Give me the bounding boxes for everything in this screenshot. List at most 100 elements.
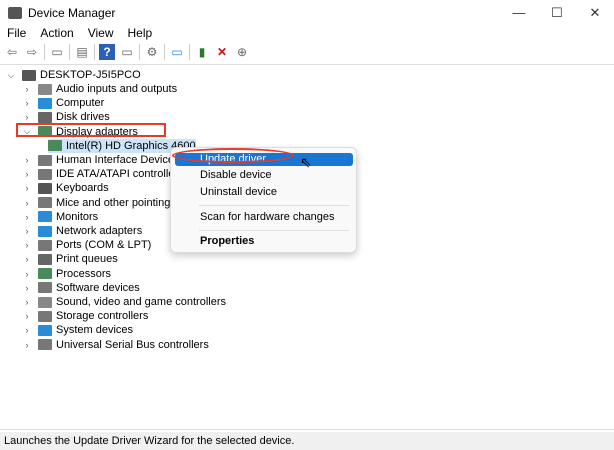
help-icon[interactable]: ? — [99, 44, 115, 60]
chevron-right-icon[interactable]: › — [22, 269, 32, 279]
maximize-button[interactable]: ☐ — [538, 0, 576, 25]
device-category-icon — [38, 211, 52, 223]
tree-item-label: Storage controllers — [56, 310, 149, 323]
menu-item-disable-device[interactable]: Disable device — [175, 169, 353, 182]
chevron-right-icon[interactable]: › — [22, 169, 32, 179]
device-category-icon — [38, 282, 52, 294]
chevron-right-icon[interactable]: › — [22, 297, 32, 307]
chevron-right-icon[interactable]: › — [22, 226, 32, 236]
tree-item-label: Sound, video and game controllers — [56, 296, 226, 308]
divider — [44, 44, 45, 60]
device-category-icon — [38, 253, 52, 265]
status-bar: Launches the Update Driver Wizard for th… — [0, 432, 614, 450]
tree-item[interactable]: › Network adapters — [22, 224, 143, 238]
tree-item[interactable]: › System devices — [22, 323, 134, 337]
menu-item-scan-hardware[interactable]: Scan for hardware changes — [175, 211, 353, 224]
tree-item-label: IDE ATA/ATAPI controllers — [56, 168, 184, 181]
uninstall-icon[interactable]: ✕ — [214, 44, 230, 60]
update-driver-icon[interactable]: ▮ — [194, 44, 210, 60]
tree-item[interactable]: › Sound, video and game controllers — [22, 295, 227, 309]
tree-item[interactable]: › Monitors — [22, 210, 99, 224]
tree-item-label: Computer — [56, 97, 105, 110]
device-category-icon — [38, 97, 52, 109]
tree-item-label: Ports (COM & LPT) — [56, 239, 152, 252]
menu-action[interactable]: Action — [33, 25, 80, 42]
chevron-right-icon[interactable]: › — [22, 98, 32, 108]
tree-item[interactable]: › Ports (COM & LPT) — [22, 238, 152, 252]
tree-item[interactable]: › Computer — [22, 96, 105, 110]
tree-item-label: Network adapters — [56, 225, 143, 237]
device-category-icon — [38, 182, 52, 194]
menu-file[interactable]: File — [0, 25, 33, 42]
context-menu: Update driver Disable device Uninstall d… — [170, 147, 357, 253]
menu-help[interactable]: Help — [121, 25, 160, 42]
root-label: DESKTOP-J5I5PCO — [40, 69, 141, 81]
menu-item-uninstall-device[interactable]: Uninstall device — [175, 186, 353, 199]
tree-item-label: Software devices — [56, 281, 140, 294]
tree-item-label: Monitors — [56, 210, 99, 223]
mouse-cursor-icon: ⇖ — [300, 154, 312, 170]
device-category-icon — [38, 83, 52, 95]
tree-item-label: Keyboards — [56, 182, 109, 195]
menu-item-properties[interactable]: Properties — [175, 235, 353, 248]
device-category-icon — [38, 154, 52, 166]
properties-icon[interactable]: ▤ — [74, 44, 90, 60]
device-category-icon — [38, 168, 52, 180]
tree-item[interactable]: › Keyboards — [22, 181, 109, 195]
tree-item[interactable]: › Audio inputs and outputs — [22, 82, 178, 96]
tree-item-label: Print queues — [56, 253, 118, 266]
tree-root[interactable]: ⌵ DESKTOP-J5I5PCO — [6, 68, 141, 82]
chevron-right-icon[interactable]: › — [22, 212, 32, 222]
divider — [189, 44, 190, 60]
device-manager-icon — [8, 6, 22, 19]
tree-item[interactable]: › Processors — [22, 267, 112, 281]
divider — [139, 44, 140, 60]
device-category-icon — [38, 296, 52, 308]
chevron-right-icon[interactable]: › — [22, 183, 32, 193]
tree-item[interactable]: › Software devices — [22, 281, 140, 295]
minimize-button[interactable]: — — [500, 0, 538, 25]
highlight-oval — [172, 148, 294, 163]
device-category-icon — [38, 197, 52, 209]
tree-item[interactable]: › IDE ATA/ATAPI controllers — [22, 167, 184, 181]
chevron-right-icon[interactable]: › — [22, 198, 32, 208]
back-icon[interactable]: ⇦ — [4, 44, 20, 60]
tree-item[interactable]: › Storage controllers — [22, 309, 149, 323]
chevron-right-icon[interactable]: › — [22, 283, 32, 293]
chevron-down-icon[interactable]: ⌵ — [6, 70, 16, 81]
tree-item-label: Disk drives — [56, 111, 110, 124]
forward-icon[interactable]: ⇨ — [24, 44, 40, 60]
tree-item[interactable]: › Print queues — [22, 252, 118, 266]
chevron-right-icon[interactable]: › — [22, 325, 32, 335]
menu-separator — [199, 205, 349, 206]
device-category-icon — [38, 239, 52, 251]
show-hide-icon[interactable]: ▭ — [49, 44, 65, 60]
chevron-right-icon[interactable]: › — [22, 254, 32, 264]
chevron-right-icon[interactable]: › — [22, 112, 32, 122]
device-category-icon — [38, 339, 52, 351]
tree-item-label: Processors — [56, 267, 112, 280]
chevron-right-icon[interactable]: › — [22, 311, 32, 321]
device-category-icon — [48, 140, 62, 152]
chevron-right-icon[interactable]: › — [22, 155, 32, 165]
menu-view[interactable]: View — [81, 25, 121, 42]
window-title: Device Manager — [28, 5, 116, 20]
chevron-right-icon[interactable]: › — [22, 340, 32, 350]
scan-icon[interactable]: ⚙ — [144, 44, 160, 60]
menu-bar: File Action View Help — [0, 25, 159, 42]
tree-item-label: Human Interface Devices — [56, 154, 180, 166]
close-button[interactable]: ✕ — [576, 0, 614, 25]
title-bar: Device Manager — ☐ ✕ — [0, 0, 614, 25]
divider — [69, 44, 70, 60]
chevron-right-icon[interactable]: › — [22, 240, 32, 250]
disable-icon[interactable]: ⊕ — [234, 44, 250, 60]
tree-item[interactable]: › Human Interface Devices — [22, 153, 180, 167]
computer-icon — [22, 69, 36, 81]
view-icon[interactable]: ▭ — [119, 44, 135, 60]
device-category-icon — [38, 225, 52, 237]
device-category-icon — [38, 268, 52, 280]
tree-item-label: Audio inputs and outputs — [56, 83, 178, 95]
chevron-right-icon[interactable]: › — [22, 84, 32, 94]
monitor-icon[interactable]: ▭ — [169, 44, 185, 60]
tree-item[interactable]: › Universal Serial Bus controllers — [22, 338, 209, 352]
